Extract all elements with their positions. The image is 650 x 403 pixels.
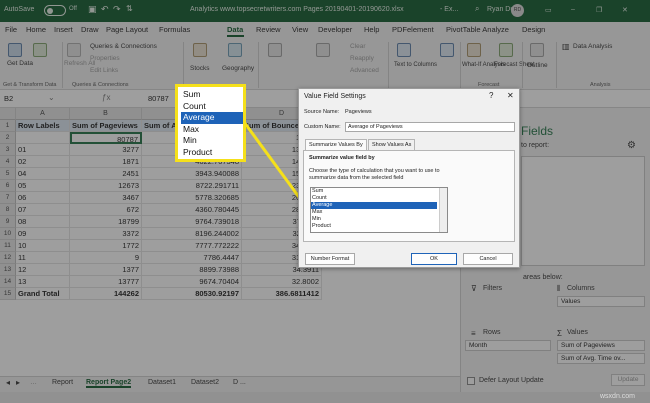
source-name-label: Source Name: bbox=[304, 109, 340, 115]
ok-button[interactable]: OK bbox=[411, 253, 457, 265]
callout-item-product: Product bbox=[183, 146, 213, 157]
callout-item-min: Min bbox=[183, 135, 197, 145]
dialog-title: Value Field Settings bbox=[304, 93, 366, 100]
summarize-heading: Summarize value field by bbox=[309, 155, 375, 161]
list-scrollbar[interactable] bbox=[439, 188, 447, 232]
help-icon[interactable]: ? bbox=[489, 91, 493, 100]
summarize-callout: Sum Count Average Max Min Product bbox=[175, 84, 246, 162]
source-name-value: Pageviews bbox=[345, 109, 372, 115]
number-format-button[interactable]: Number Format bbox=[305, 253, 355, 265]
excel-window: AutoSave Off ▣ ↶ ↷ ⇅ Analytics www.topse… bbox=[0, 0, 650, 403]
callout-item-average: Average bbox=[181, 112, 243, 124]
cancel-button[interactable]: Cancel bbox=[463, 253, 513, 265]
list-item-min[interactable]: Min bbox=[311, 216, 437, 223]
list-item-count[interactable]: Count bbox=[311, 195, 437, 202]
callout-item-count: Count bbox=[183, 100, 206, 111]
list-item-average[interactable]: Average bbox=[311, 202, 437, 209]
list-item-max[interactable]: Max bbox=[311, 209, 437, 216]
summarize-description: Choose the type of calculation that you … bbox=[309, 168, 440, 181]
tab-show-values-as[interactable]: Show Values As bbox=[368, 139, 416, 150]
watermark: wsxdn.com bbox=[600, 393, 636, 400]
summarize-function-list[interactable]: Sum Count Average Max Min Product bbox=[310, 187, 448, 233]
callout-item-max: Max bbox=[183, 123, 200, 134]
list-item-sum[interactable]: Sum bbox=[311, 188, 437, 195]
dialog-close-icon[interactable]: ✕ bbox=[507, 91, 514, 100]
value-field-settings-dialog: Value Field Settings ? ✕ Source Name: Pa… bbox=[298, 88, 520, 268]
custom-name-input[interactable]: Average of Pageviews bbox=[345, 122, 515, 132]
tab-summarize-values-by[interactable]: Summarize Values By bbox=[305, 139, 367, 150]
custom-name-label: Custom Name: bbox=[304, 124, 341, 130]
callout-item-sum: Sum bbox=[183, 89, 201, 99]
list-item-product[interactable]: Product bbox=[311, 223, 437, 230]
